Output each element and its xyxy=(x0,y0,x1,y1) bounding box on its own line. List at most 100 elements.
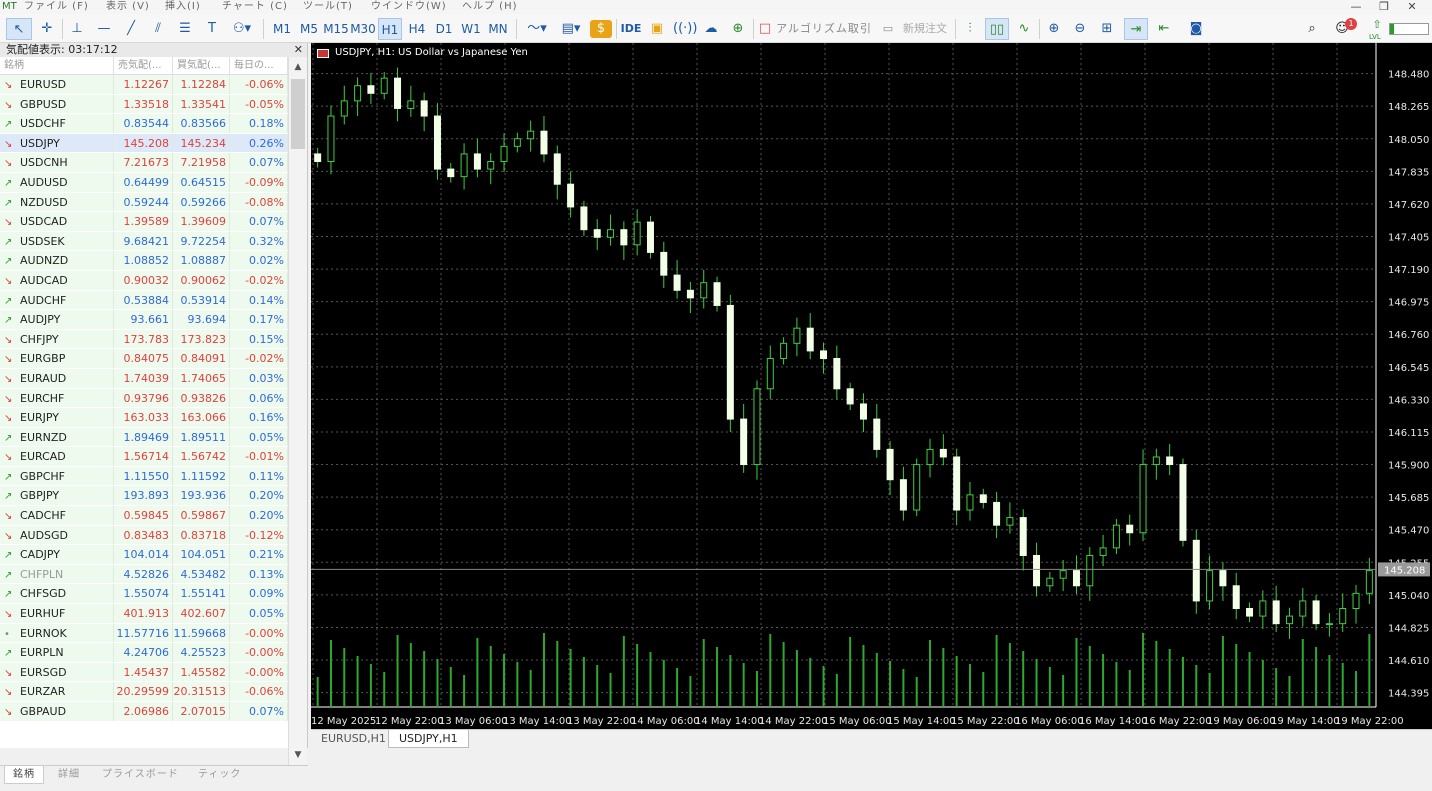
close-button[interactable]: ✕ xyxy=(1398,0,1426,13)
timeframe-m30[interactable]: M30 xyxy=(350,18,376,40)
table-row[interactable]: ↘ CADCHF 0.59845 0.59867 0.20% xyxy=(0,506,288,526)
bar-chart-icon[interactable]: ⫶ xyxy=(959,18,981,40)
algo-trading-icon[interactable]: □ xyxy=(758,18,772,40)
table-row[interactable]: ↘ EURGBP 0.84075 0.84091 -0.02% xyxy=(0,349,288,369)
table-row[interactable]: ↘ EURAUD 1.74039 1.74065 0.03% xyxy=(0,368,288,389)
timeframe-mn[interactable]: MN xyxy=(485,18,511,40)
vps-icon[interactable]: ⊕ xyxy=(727,18,749,40)
scrollbar-thumb[interactable] xyxy=(291,79,305,149)
signal-icon[interactable]: ((·)) xyxy=(673,18,697,40)
table-row[interactable]: ↘ GBPAUD 2.06986 2.07015 0.07% xyxy=(0,702,288,722)
table-row[interactable]: ↘ EURJPY 163.033 163.066 0.16% xyxy=(0,408,288,428)
tab-details[interactable]: 詳細 xyxy=(50,766,88,784)
search-icon[interactable]: ⌕ xyxy=(1301,18,1323,40)
table-row[interactable]: ↘ USDJPY 145.208 145.234 0.26% xyxy=(0,133,288,154)
table-row[interactable]: ↘ EURUSD 1.12267 1.12284 -0.06% xyxy=(0,75,288,95)
templates-icon[interactable]: ▤▾ xyxy=(556,18,586,40)
text-tool-icon[interactable]: T xyxy=(201,18,223,40)
table-row[interactable]: • EURNOK 11.57716 11.59668 -0.00% xyxy=(0,623,288,644)
chart-tab-usdjpy[interactable]: USDJPY,H1 xyxy=(388,730,469,748)
lock-icon[interactable]: ▣ xyxy=(647,18,667,40)
fibonacci-icon[interactable]: ☰ xyxy=(174,18,196,40)
table-row[interactable]: ↗ GBPCHF 1.11550 1.11592 0.11% xyxy=(0,466,288,487)
menu-chart[interactable]: チャート (C) xyxy=(222,1,288,13)
indicators-icon[interactable]: 〜▾ xyxy=(522,18,552,40)
table-row[interactable]: ↗ CHFPLN 4.52826 4.53482 0.13% xyxy=(0,564,288,585)
table-row[interactable]: ↘ AUDCAD 0.90032 0.90062 -0.02% xyxy=(0,270,288,291)
table-row[interactable]: ↘ EURCHF 0.93796 0.93826 0.06% xyxy=(0,388,288,409)
table-row[interactable]: ↘ EURHUF 401.913 402.607 0.05% xyxy=(0,604,288,624)
shapes-icon[interactable]: ⚇▾ xyxy=(227,18,257,40)
timeframe-d1[interactable]: D1 xyxy=(432,18,456,40)
table-row[interactable]: ↗ GBPJPY 193.893 193.936 0.20% xyxy=(0,486,288,507)
autoscroll-icon[interactable]: ⇥ xyxy=(1124,18,1148,40)
scroll-down-icon[interactable]: ▼ xyxy=(289,747,307,763)
table-row[interactable]: ↗ NZDUSD 0.59244 0.59266 -0.08% xyxy=(0,192,288,213)
grid-icon[interactable]: ⊞ xyxy=(1096,18,1118,40)
vertical-line-icon[interactable]: ⊥ xyxy=(67,18,87,40)
table-row[interactable]: ↘ EURCAD 1.56714 1.56742 -0.01% xyxy=(0,447,288,467)
timeframe-h1[interactable]: H1 xyxy=(378,18,402,40)
crosshair-icon[interactable]: ✛ xyxy=(36,18,58,40)
tab-ticks[interactable]: ティック xyxy=(190,766,249,784)
col-ask[interactable]: 買気配(... xyxy=(173,57,230,74)
col-symbol[interactable]: 銘柄 xyxy=(0,57,114,74)
tab-price-board[interactable]: プライスボード xyxy=(94,766,187,784)
screenshot-icon[interactable]: ◙ xyxy=(1185,18,1207,40)
timeframe-m5[interactable]: M5 xyxy=(297,18,321,40)
menu-insert[interactable]: 挿入(I) xyxy=(165,1,201,13)
trendline-icon[interactable]: ╱ xyxy=(120,18,142,40)
menu-tools[interactable]: ツール(T) xyxy=(303,1,353,13)
table-row[interactable]: ↗ AUDJPY 93.661 93.694 0.17% xyxy=(0,310,288,330)
candlestick-icon[interactable]: ▯▯ xyxy=(985,18,1009,40)
table-row[interactable]: ↗ AUDUSD 0.64499 0.64515 -0.09% xyxy=(0,172,288,193)
table-row[interactable]: ↗ USDSEK 9.68421 9.72254 0.32% xyxy=(0,231,288,252)
table-row[interactable]: ↗ EURPLN 4.24706 4.25523 -0.00% xyxy=(0,643,288,663)
table-row[interactable]: ↘ EURSGD 1.45437 1.45582 -0.00% xyxy=(0,662,288,683)
candlestick-chart[interactable]: 148.480 148.265 148.050 147.835 147.620 147.4… xyxy=(311,43,1432,729)
table-row[interactable]: ↘ GBPUSD 1.33518 1.33541 -0.05% xyxy=(0,94,288,115)
timeframe-m15[interactable]: M15 xyxy=(323,18,349,40)
timeframe-m1[interactable]: M1 xyxy=(270,18,294,40)
scroll-up-icon[interactable]: ▲ xyxy=(289,59,307,75)
new-order-icon[interactable]: ▭ xyxy=(880,18,896,40)
horizontal-line-icon[interactable]: — xyxy=(92,18,116,40)
table-row[interactable]: ↘ EURZAR 20.29599 20.31513 -0.06% xyxy=(0,682,288,702)
restore-button[interactable]: ❐ xyxy=(1370,0,1398,13)
menu-help[interactable]: ヘルプ (H) xyxy=(462,1,518,13)
menu-window[interactable]: ウインドウ(W) xyxy=(371,1,447,13)
tab-symbols[interactable]: 銘柄 xyxy=(4,766,44,784)
new-order-button[interactable]: 新規注文 xyxy=(898,18,952,40)
chart-shift-icon[interactable]: ⇤ xyxy=(1152,18,1176,40)
chart-window[interactable]: 148.480 148.265 148.050 147.835 147.620 147.4… xyxy=(311,43,1432,729)
algo-trading-button[interactable]: アルゴリズム取引 xyxy=(774,18,874,40)
table-row[interactable]: ↗ CHFSGD 1.55074 1.55141 0.09% xyxy=(0,584,288,605)
line-chart-icon[interactable]: ∿ xyxy=(1013,18,1035,40)
zoom-in-icon[interactable]: ⊕ xyxy=(1043,18,1065,40)
channel-icon[interactable]: ⫽ xyxy=(147,18,169,40)
table-row[interactable]: ↘ CHFJPY 173.783 173.823 0.15% xyxy=(0,329,288,350)
minimize-button[interactable]: — xyxy=(1342,0,1370,13)
close-icon[interactable]: ✕ xyxy=(294,43,303,57)
menu-file[interactable]: ファイル (F) xyxy=(24,1,89,13)
table-row[interactable]: ↘ USDCNH 7.21673 7.21958 0.07% xyxy=(0,153,288,173)
table-row[interactable]: ↗ AUDCHF 0.53884 0.53914 0.14% xyxy=(0,290,288,311)
market-watch-scrollbar[interactable]: ▲ ▼ xyxy=(288,57,307,765)
menu-view[interactable]: 表示 (V) xyxy=(106,1,150,13)
col-bid[interactable]: 売気配(... xyxy=(114,57,173,74)
table-row[interactable]: ↗ USDCHF 0.83544 0.83566 0.18% xyxy=(0,114,288,134)
cursor-icon[interactable]: ↖ xyxy=(6,18,32,40)
timeframe-h4[interactable]: H4 xyxy=(405,18,429,40)
dollar-icon[interactable]: $ xyxy=(590,20,612,38)
table-row[interactable]: ↘ AUDSGD 0.83483 0.83718 -0.12% xyxy=(0,525,288,546)
ide-button[interactable]: IDE xyxy=(620,18,642,40)
timeframe-w1[interactable]: W1 xyxy=(459,18,483,40)
table-row[interactable]: ↗ AUDNZD 1.08852 1.08887 0.02% xyxy=(0,251,288,271)
col-change[interactable]: 毎日の... xyxy=(230,57,288,74)
cloud-icon[interactable]: ☁ xyxy=(700,18,722,40)
table-row[interactable]: ↘ USDCAD 1.39589 1.39609 0.07% xyxy=(0,212,288,232)
table-row[interactable]: ↗ CADJPY 104.014 104.051 0.21% xyxy=(0,545,288,565)
zoom-out-icon[interactable]: ⊖ xyxy=(1069,18,1091,40)
chart-tab-eurusd[interactable]: EURUSD,H1 xyxy=(311,730,396,748)
table-row[interactable]: ↗ EURNZD 1.89469 1.89511 0.05% xyxy=(0,427,288,448)
